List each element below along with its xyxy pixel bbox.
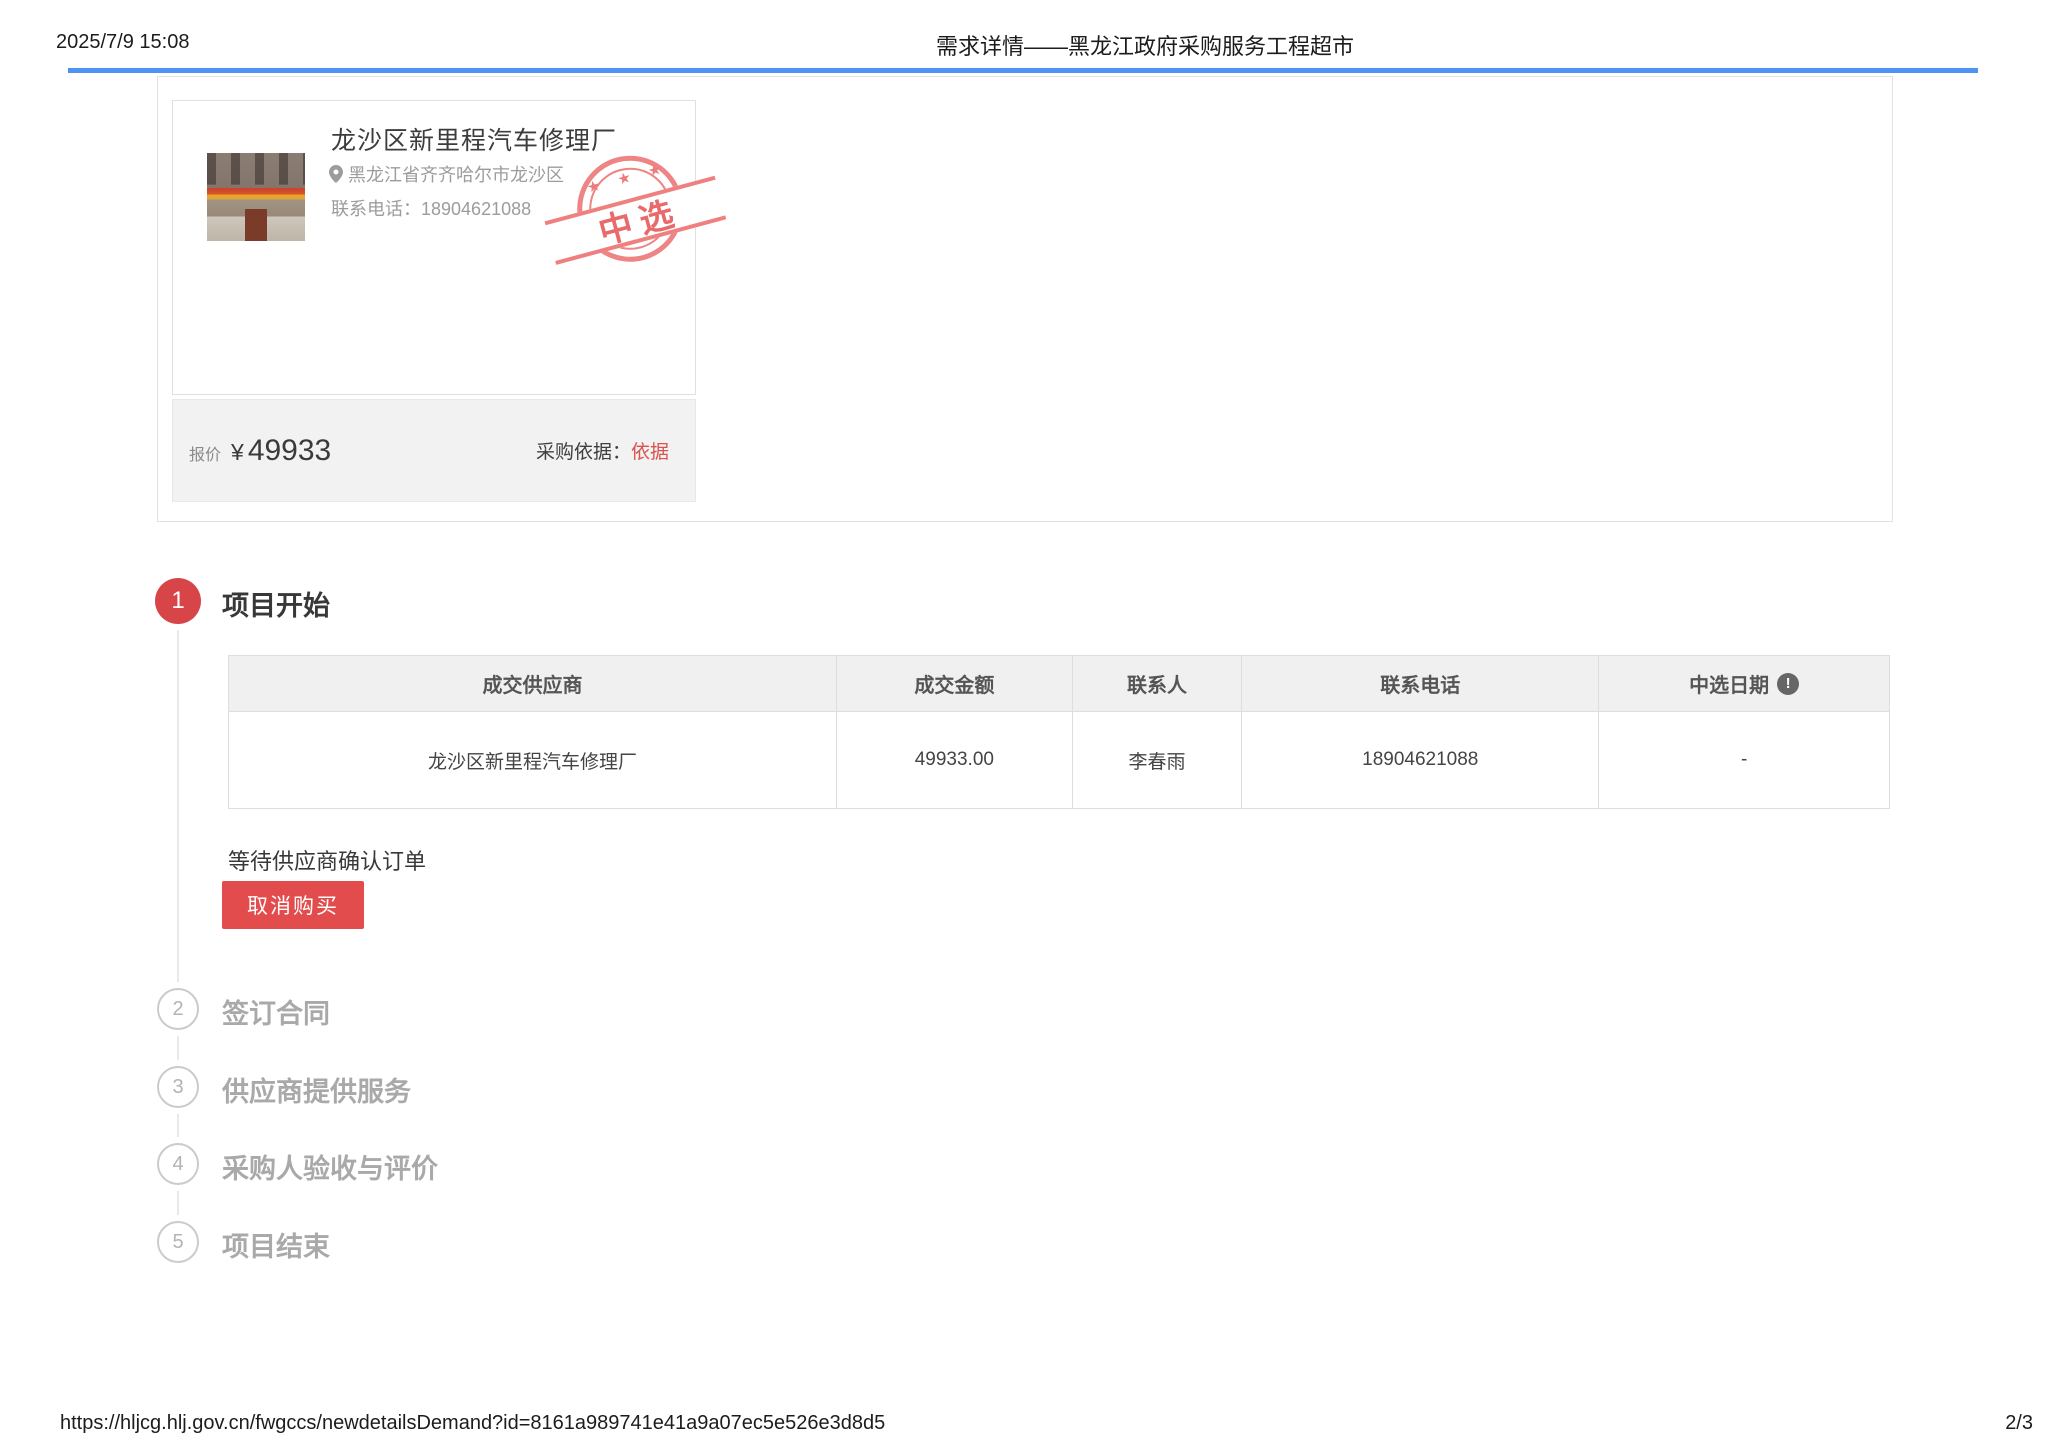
quote-label: 报价 [189, 441, 221, 465]
supplier-location-row: 黑龙江省齐齐哈尔市龙沙区 [329, 161, 564, 187]
cell-amount: 49933.00 [836, 712, 1072, 809]
stamp-inner-ring [580, 159, 680, 259]
supplier-location: 黑龙江省齐齐哈尔市龙沙区 [348, 161, 564, 187]
step-5-label: 项目结束 [222, 1225, 330, 1264]
col-header-contact: 联系人 [1072, 656, 1241, 712]
print-page-number: 2/3 [2005, 1412, 2033, 1435]
supplier-name: 龙沙区新里程汽车修理厂 [331, 121, 617, 157]
col-header-phone: 联系电话 [1242, 656, 1599, 712]
quote-value: 49933 [248, 434, 331, 468]
timeline-connector [177, 1114, 179, 1137]
supplier-card[interactable]: 龙沙区新里程汽车修理厂 黑龙江省齐齐哈尔市龙沙区 联系电话：1890462108… [172, 100, 696, 395]
header-rule [68, 68, 1978, 73]
table-header-row: 成交供应商 成交金额 联系人 联系电话 中选日期 ! [229, 656, 1890, 712]
supplier-card-main: 龙沙区新里程汽车修理厂 黑龙江省齐齐哈尔市龙沙区 联系电话：1890462108… [172, 100, 696, 395]
basis-group: 采购依据：依据 [536, 437, 669, 464]
step-3-label: 供应商提供服务 [222, 1070, 411, 1109]
print-preview-page: 2025/7/9 15:08 需求详情——黑龙江政府采购服务工程超市 龙沙区新里… [0, 0, 2048, 1447]
page-title: 需求详情——黑龙江政府采购服务工程超市 [936, 29, 1354, 61]
order-status-text: 等待供应商确认订单 [228, 844, 426, 876]
cell-award-date: - [1599, 712, 1890, 809]
location-pin-icon [329, 165, 343, 183]
col-header-award-date-label: 中选日期 [1689, 669, 1769, 698]
supplier-card-footer: 报价 ¥ 49933 采购依据：依据 [172, 399, 696, 502]
step-2-label: 签订合同 [222, 992, 330, 1031]
basis-label: 采购依据： [536, 442, 631, 463]
step-4-circle: 4 [157, 1143, 199, 1185]
supplier-phone: 联系电话：18904621088 [331, 195, 531, 221]
basis-link[interactable]: 依据 [631, 442, 669, 463]
step-1-label: 项目开始 [222, 584, 330, 623]
print-datetime: 2025/7/9 15:08 [56, 31, 189, 54]
cancel-purchase-button[interactable]: 取消购买 [222, 881, 364, 929]
step-4-label: 采购人验收与评价 [222, 1147, 438, 1186]
order-table: 成交供应商 成交金额 联系人 联系电话 中选日期 ! 龙沙区新里程汽车修理厂 4… [228, 655, 1890, 809]
cell-contact: 李春雨 [1072, 712, 1241, 809]
info-icon-glyph: ! [1786, 675, 1791, 692]
timeline-connector [177, 1191, 179, 1215]
table-row: 龙沙区新里程汽车修理厂 49933.00 李春雨 18904621088 - [229, 712, 1890, 809]
col-header-award-date: 中选日期 ! [1599, 656, 1890, 712]
stamp-stars: ★ ★ ★ [544, 149, 705, 208]
supplier-photo [207, 153, 305, 241]
cell-phone: 18904621088 [1242, 712, 1599, 809]
col-header-supplier: 成交供应商 [229, 656, 837, 712]
print-url: https://hljcg.hlj.gov.cn/fwgccs/newdetai… [60, 1412, 885, 1435]
stamp-outer-ring [565, 144, 695, 274]
step-5-circle: 5 [157, 1221, 199, 1263]
currency-symbol: ¥ [231, 439, 244, 466]
cell-supplier: 龙沙区新里程汽车修理厂 [229, 712, 837, 809]
timeline-connector [177, 630, 179, 982]
timeline-connector [177, 1036, 179, 1060]
info-icon[interactable]: ! [1777, 673, 1799, 695]
step-2-circle: 2 [157, 988, 199, 1030]
step-1-circle: 1 [155, 578, 201, 624]
col-header-amount: 成交金额 [836, 656, 1072, 712]
quote-group: 报价 ¥ 49933 [189, 434, 331, 468]
stamp-text: 中选 [585, 185, 687, 256]
step-3-circle: 3 [157, 1066, 199, 1108]
